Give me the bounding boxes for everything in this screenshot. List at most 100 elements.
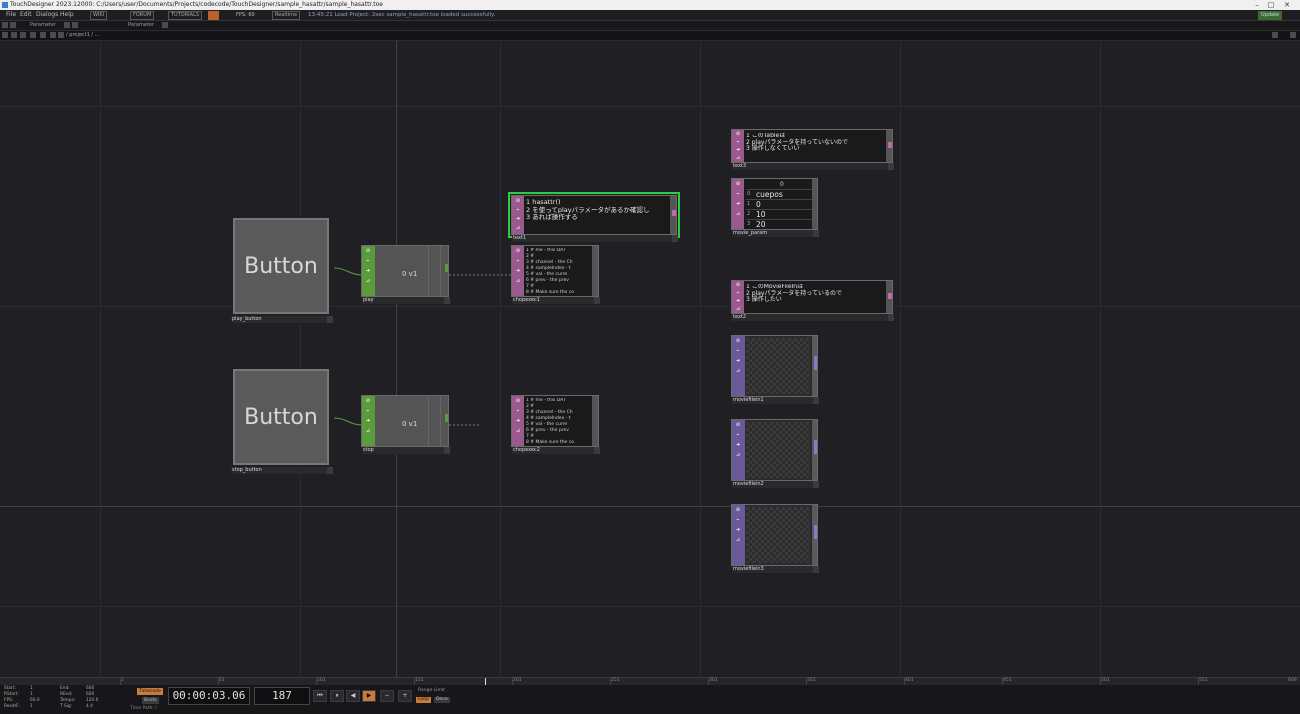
display-icon[interactable]: ➜: [735, 202, 741, 207]
bookmark-star-icon[interactable]: [50, 32, 56, 38]
node-flag-icon[interactable]: [813, 566, 819, 573]
node-label[interactable]: text1: [512, 235, 678, 242]
panel-stop-button[interactable]: Button stop_button: [231, 369, 333, 474]
bypass-icon[interactable]: ⊘: [735, 182, 741, 187]
menu-help[interactable]: Help: [60, 10, 74, 20]
pane-maximize-icon[interactable]: [1290, 32, 1296, 38]
network-path[interactable]: / project1 / ...: [66, 31, 99, 40]
stat-value[interactable]: 1: [30, 686, 33, 692]
stat-value[interactable]: 1: [30, 704, 33, 710]
bypass-icon[interactable]: ⊘: [515, 199, 521, 204]
dat-text3[interactable]: ⊘ ⌁ ➜ ⊿ 1 このTableは 2 playパラメータを持っていないので …: [731, 129, 894, 170]
viewer-icon[interactable]: ⊿: [735, 453, 741, 458]
dat-scrollbar[interactable]: [812, 179, 817, 229]
bypass-icon[interactable]: ⊘: [735, 508, 741, 513]
back-icon[interactable]: [2, 32, 8, 38]
pane-split-icon[interactable]: [2, 22, 8, 28]
pane-a-pin-icon[interactable]: [72, 22, 78, 28]
node-label[interactable]: play: [362, 297, 450, 304]
bypass-icon[interactable]: ⊘: [365, 399, 371, 404]
top-moviefilein3[interactable]: ⊘ ⌁ ➜ ⊿ moviefilein3: [731, 504, 819, 573]
stat-value[interactable]: 600: [86, 692, 94, 698]
dat-chopexec1[interactable]: ⊘ ⌁ ➜ ⊿ 1 # me - this DAT 2 # 3 # channe…: [511, 245, 600, 304]
panel-play-button[interactable]: Button play_button: [231, 218, 333, 323]
table-row[interactable]: 1 0: [746, 199, 812, 209]
lock-icon[interactable]: ⌁: [365, 409, 371, 414]
step-back-icon[interactable]: −: [380, 690, 394, 702]
lock-icon[interactable]: ⌁: [365, 259, 371, 264]
table-row[interactable]: 3 20: [746, 219, 812, 229]
node-label[interactable]: play_button: [231, 316, 333, 323]
dat-text-content[interactable]: 1 このTableは 2 playパラメータを持っていないので 3 操作しなくて…: [746, 133, 848, 153]
display-icon[interactable]: ➜: [735, 148, 741, 153]
output-connector[interactable]: [814, 356, 817, 370]
play-forward-icon[interactable]: ▶: [362, 690, 376, 702]
lock-icon[interactable]: ⌁: [515, 409, 521, 414]
table-grid[interactable]: 0 0 cuepos 1 0 2 10 3 20: [746, 180, 812, 230]
viewer-icon[interactable]: ⊿: [735, 538, 741, 543]
bypass-icon[interactable]: ⊘: [515, 399, 521, 404]
viewer-icon[interactable]: ⊿: [515, 226, 521, 231]
menu-dialogs[interactable]: Dialogs: [36, 10, 58, 20]
table-row[interactable]: 0 cuepos: [746, 189, 812, 199]
dat-text2[interactable]: ⊘ ⌁ ➜ ⊿ 1 このMovieFileInは 2 playパラメータを持って…: [731, 280, 894, 321]
node-label[interactable]: moviefilein2: [732, 481, 819, 488]
dat-text-content[interactable]: 1 # me - this DAT 2 # 3 # channel - the …: [526, 398, 594, 446]
bypass-icon[interactable]: ⊘: [365, 249, 371, 254]
lock-icon[interactable]: ⌁: [735, 192, 741, 197]
pane-b-menu-icon[interactable]: [162, 22, 168, 28]
output-connector[interactable]: [445, 264, 448, 272]
lock-icon[interactable]: ⌁: [735, 518, 741, 523]
close-button[interactable]: ✕: [1280, 0, 1294, 10]
lock-icon[interactable]: ⌁: [735, 433, 741, 438]
output-connector[interactable]: [672, 210, 676, 216]
output-connector[interactable]: [814, 525, 817, 539]
table-row[interactable]: 2 10: [746, 209, 812, 219]
stat-value[interactable]: 60.0: [30, 698, 40, 704]
stat-value[interactable]: 1: [30, 692, 33, 698]
perform-mode-indicator[interactable]: [208, 11, 219, 20]
bypass-icon[interactable]: ⊘: [735, 339, 741, 344]
rewind-to-start-icon[interactable]: ⏮: [313, 690, 327, 702]
stat-value[interactable]: 600: [86, 686, 94, 692]
minimize-button[interactable]: –: [1250, 0, 1264, 10]
play-reverse-icon[interactable]: ◀: [346, 690, 360, 702]
menu-edit[interactable]: Edit: [20, 10, 32, 20]
forward-icon[interactable]: [20, 32, 26, 38]
display-icon[interactable]: ➜: [735, 359, 741, 364]
stat-value[interactable]: 120.0: [86, 698, 98, 704]
wiki-button[interactable]: WIKI: [90, 11, 108, 20]
beats-mode-button[interactable]: Beats: [142, 697, 159, 704]
pause-icon[interactable]: ⏸: [330, 690, 344, 702]
node-flag-icon[interactable]: [444, 297, 450, 304]
node-flag-icon[interactable]: [888, 314, 894, 321]
output-connector[interactable]: [888, 293, 892, 299]
pane-a-menu-icon[interactable]: [64, 22, 70, 28]
frame-display[interactable]: 187: [254, 687, 310, 705]
pane-settings-icon[interactable]: [1272, 32, 1278, 38]
node-label[interactable]: text3: [732, 163, 894, 170]
menu-file[interactable]: File: [6, 10, 16, 20]
node-label[interactable]: text2: [732, 314, 894, 321]
lock-icon[interactable]: ⌁: [735, 291, 741, 296]
viewer-icon[interactable]: ⊿: [515, 429, 521, 434]
up-icon[interactable]: [30, 32, 36, 38]
viewer-icon[interactable]: ⊿: [365, 429, 371, 434]
network-editor[interactable]: Button play_button Button stop_button ⊘ …: [0, 41, 1300, 677]
node-label[interactable]: movie_param: [732, 230, 819, 237]
lock-icon[interactable]: ⌁: [735, 349, 741, 354]
lock-icon[interactable]: ⌁: [515, 208, 521, 213]
viewer-icon[interactable]: ⊿: [515, 279, 521, 284]
display-icon[interactable]: ➜: [735, 528, 741, 533]
chop-stop[interactable]: ⊘ ⌁ ➜ ⊿ 0 v1 stop: [361, 395, 450, 454]
dat-text-content[interactable]: 1 # me - this DAT 2 # 3 # channel - the …: [526, 248, 594, 296]
forum-button[interactable]: FORUM: [130, 11, 155, 20]
stat-value[interactable]: 4 4: [86, 704, 93, 710]
node-flag-icon[interactable]: [594, 297, 600, 304]
bypass-icon[interactable]: ⊘: [735, 132, 741, 137]
maximize-button[interactable]: □: [1264, 0, 1278, 10]
bypass-icon[interactable]: ⊘: [735, 423, 741, 428]
parent-icon[interactable]: [40, 32, 46, 38]
pane-b-label[interactable]: Parameter: [128, 21, 154, 30]
node-flag-icon[interactable]: [888, 163, 894, 170]
